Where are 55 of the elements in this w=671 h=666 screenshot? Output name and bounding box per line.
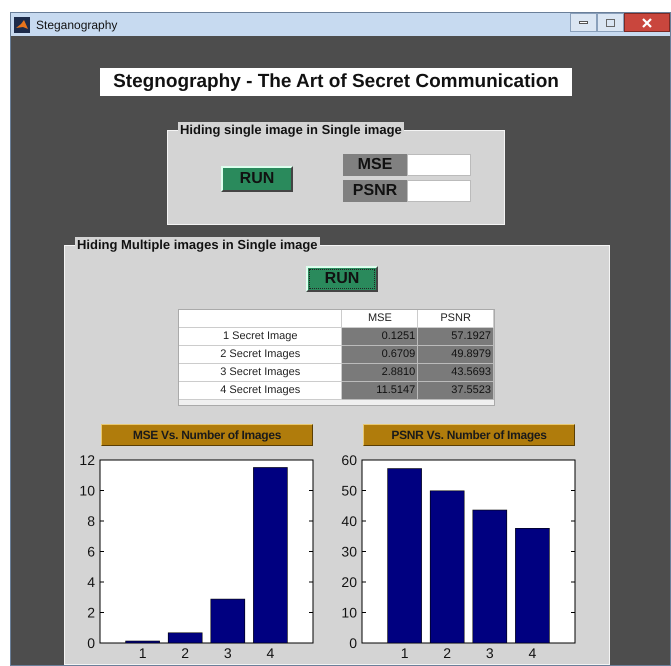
psnr-field[interactable]	[407, 180, 471, 202]
window-title: Steganography	[36, 16, 118, 34]
row-header: 4 Secret Images	[179, 382, 342, 400]
y-tick-label: 0	[349, 635, 357, 651]
y-tick-label: 60	[341, 452, 357, 468]
app-logo-icon	[14, 16, 30, 32]
y-tick-label: 2	[87, 604, 95, 620]
x-tick-label: 4	[266, 645, 274, 659]
y-tick-label: 40	[341, 513, 357, 529]
minimize-icon	[579, 21, 588, 24]
table-cell: 11.5147	[342, 382, 418, 400]
x-tick-label: 3	[224, 645, 232, 659]
row-header: 1 Secret Image	[179, 328, 342, 346]
panel-title: Hiding Multiple images in Single image	[75, 237, 320, 253]
close-button[interactable]	[624, 13, 670, 32]
table-cell: 37.5523	[418, 382, 494, 400]
column-header: PSNR	[418, 310, 494, 328]
y-tick-label: 0	[87, 635, 95, 651]
x-tick-label: 1	[400, 645, 408, 659]
table-cell: 2.8810	[342, 364, 418, 382]
y-tick-label: 30	[341, 544, 357, 560]
x-tick-label: 1	[138, 645, 146, 659]
y-tick-label: 6	[87, 544, 95, 560]
run-button[interactable]: RUN	[221, 166, 293, 192]
table-cell: 57.1927	[418, 328, 494, 346]
close-icon	[642, 18, 652, 28]
run-button[interactable]: RUN	[306, 266, 378, 292]
x-tick-label: 2	[181, 645, 190, 659]
y-tick-label: 10	[79, 482, 95, 498]
column-header: MSE	[342, 310, 418, 328]
row-header: 2 Secret Images	[179, 346, 342, 364]
x-tick-label: 2	[443, 645, 452, 659]
panel-title: Hiding single image in Single image	[178, 122, 404, 138]
chart-title: MSE Vs. Number of Images	[101, 424, 313, 446]
mse-label: MSE	[343, 154, 407, 176]
y-tick-label: 20	[341, 574, 357, 590]
y-tick-label: 10	[341, 604, 357, 620]
maximize-button[interactable]	[597, 13, 624, 32]
y-tick-label: 8	[87, 513, 95, 529]
table-cell: 0.6709	[342, 346, 418, 364]
y-tick-label: 12	[79, 452, 95, 468]
maximize-icon	[606, 18, 615, 26]
table-cell: 43.5693	[418, 364, 494, 382]
mse-field[interactable]	[407, 154, 471, 176]
x-tick-label: 3	[486, 645, 494, 659]
app-heading: Stegnography - The Art of Secret Communication	[100, 68, 572, 96]
x-tick-label: 4	[528, 645, 536, 659]
y-tick-label: 4	[87, 574, 95, 590]
table-cell: 0.1251	[342, 328, 418, 346]
row-header: 3 Secret Images	[179, 364, 342, 382]
table-cell: 49.8979	[418, 346, 494, 364]
psnr-label: PSNR	[343, 180, 407, 202]
chart-title: PSNR Vs. Number of Images	[363, 424, 575, 446]
y-tick-label: 50	[341, 482, 357, 498]
minimize-button[interactable]	[570, 13, 597, 32]
